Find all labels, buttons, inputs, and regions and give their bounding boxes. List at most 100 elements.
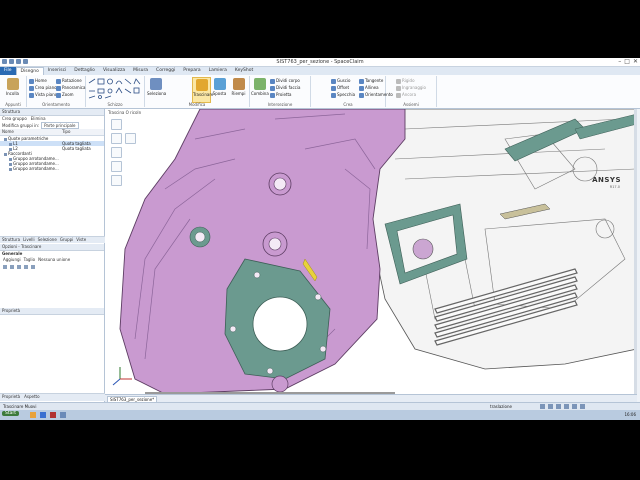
select-button[interactable]: Seleziona — [147, 77, 166, 101]
boss-middle-hole — [268, 237, 282, 251]
align-button[interactable]: Allinea — [359, 85, 379, 91]
app-icon[interactable] — [50, 412, 56, 418]
option-icon[interactable] — [3, 265, 7, 269]
tab-selection[interactable]: Selezione — [38, 237, 57, 243]
column-name[interactable]: Nome — [0, 129, 62, 135]
option-no-merge[interactable]: Nessuna unione — [38, 257, 70, 263]
plane-icon — [29, 85, 34, 91]
fill-button[interactable]: Riempi — [230, 77, 247, 101]
shell-icon — [331, 78, 336, 84]
tangent-button[interactable]: Tangente — [359, 78, 383, 84]
view-plane-button[interactable]: Vista piano — [29, 92, 57, 98]
pull-button[interactable]: Trascinare — [192, 77, 213, 103]
explorer-icon[interactable] — [30, 412, 36, 418]
ruler-tool-icon[interactable] — [125, 133, 136, 144]
shell-button[interactable]: Guscio — [331, 78, 350, 84]
guide-tool-icon[interactable] — [111, 133, 122, 144]
direction-tool-icon[interactable] — [111, 147, 122, 158]
mirror-button[interactable]: Specchia — [331, 92, 355, 98]
status-icon[interactable] — [556, 404, 561, 409]
ribbon: Incolla Appunti Home Crea piano Vista pi… — [0, 75, 640, 109]
bolt-hole — [319, 345, 327, 353]
status-mode[interactable]: traslazione — [490, 404, 512, 409]
status-icon[interactable] — [540, 404, 545, 409]
structure-bottom-tabs: Struttura Livelli Selezione Gruppi Viste — [0, 236, 106, 243]
spaceclaim-icon[interactable] — [60, 412, 66, 418]
status-message: Trascinare Muovi — [3, 404, 37, 409]
offset-button[interactable]: Offset — [331, 85, 349, 91]
status-icon[interactable] — [580, 404, 585, 409]
column-type[interactable]: Tipo — [62, 129, 70, 135]
tab-properties[interactable]: Proprietà — [2, 394, 20, 401]
boss-hole — [273, 177, 287, 191]
status-icon[interactable] — [572, 404, 577, 409]
tab-inserisci[interactable]: Inserisci — [44, 67, 70, 75]
sketch-tools-icons[interactable] — [88, 78, 144, 100]
create-group-button[interactable]: Crea gruppo — [2, 116, 27, 122]
project-button[interactable]: Proietta — [270, 92, 292, 98]
pan-button[interactable]: Panoramica — [56, 85, 85, 91]
option-icon[interactable] — [24, 265, 28, 269]
options-panel-header: Opzioni - Trascinare — [0, 244, 104, 251]
tab-file[interactable]: File — [0, 67, 16, 75]
tab-dettaglio[interactable]: Dettaglio — [70, 67, 99, 75]
tab-layers[interactable]: Livelli — [23, 237, 35, 243]
tab-structure[interactable]: Struttura — [2, 237, 20, 243]
edit-groups-row: Modifica gruppi in: Parte principale — [0, 122, 104, 129]
minimize-button[interactable]: – — [618, 58, 621, 65]
split-body-button[interactable]: Dividi corpo — [270, 78, 300, 84]
group-label: Modifica — [188, 102, 206, 107]
viewport-vscroll[interactable] — [634, 109, 637, 394]
tab-misura[interactable]: Misura — [129, 67, 152, 75]
anchor-button[interactable]: Ancora — [396, 92, 416, 98]
group-label: Orientamento — [42, 102, 70, 107]
home-icon — [29, 78, 34, 84]
option-icon[interactable] — [17, 265, 21, 269]
3d-viewport[interactable]: Trascina O ricoIn ANSYS R17.0 — [105, 109, 637, 394]
home-button[interactable]: Home — [29, 78, 47, 84]
tree-row[interactable]: Gruppo arrotondame... — [0, 166, 104, 171]
rigid-icon — [396, 78, 401, 84]
move-button[interactable]: Sposta — [211, 77, 228, 101]
option-icon[interactable] — [31, 265, 35, 269]
split-face-button[interactable]: Dividi faccia — [270, 85, 300, 91]
close-button[interactable]: ✕ — [633, 58, 638, 65]
pivot-tool-icon[interactable] — [111, 175, 122, 186]
group-label: Intersezione — [267, 102, 293, 107]
option-add[interactable]: Aggiungi — [3, 257, 21, 263]
option-icon[interactable] — [10, 265, 14, 269]
split-face-icon — [270, 85, 275, 91]
group-modifica: Seleziona Trascinare Sposta Riempi Modif… — [145, 76, 250, 107]
tab-correggi[interactable]: Correggi — [152, 67, 179, 75]
tab-appearance[interactable]: Aspetto — [24, 394, 39, 401]
group-assiemi: Rigido Ingranaggio Ancora Assiemi — [386, 76, 437, 107]
rigid-button[interactable]: Rigido — [396, 78, 415, 84]
tab-visualizza[interactable]: Visualizza — [99, 67, 129, 75]
gear-button[interactable]: Ingranaggio — [396, 85, 426, 91]
status-icon[interactable] — [564, 404, 569, 409]
tab-groups[interactable]: Gruppi — [60, 237, 73, 243]
maximize-button[interactable]: □ — [624, 58, 630, 65]
zoom-button[interactable]: Zoom — [56, 92, 74, 98]
tab-prepara[interactable]: Prepara — [179, 67, 204, 75]
paste-button[interactable]: Incolla — [4, 77, 21, 101]
status-icon[interactable] — [548, 404, 553, 409]
group-schizzo: Schizzo — [86, 76, 145, 107]
option-cut[interactable]: Taglio — [24, 257, 35, 263]
tab-views[interactable]: Viste — [76, 237, 86, 243]
plan-view-button[interactable]: Crea piano — [29, 85, 57, 91]
grey-housing[interactable] — [369, 109, 637, 370]
project-icon — [270, 92, 275, 98]
cad-model[interactable] — [105, 109, 637, 394]
bolt-hole — [253, 271, 261, 279]
left-bottom-tabs: Proprietà Aspetto — [0, 393, 106, 401]
browser-icon[interactable] — [40, 412, 46, 418]
edit-groups-select[interactable]: Parte principale — [41, 122, 79, 129]
tab-keyshot[interactable]: KeyShot — [231, 67, 257, 75]
tab-lamiera[interactable]: Lamiera — [205, 67, 231, 75]
rotate-button[interactable]: Rotazione — [56, 78, 82, 84]
up-to-tool-icon[interactable] — [111, 161, 122, 172]
combine-button[interactable]: Combina — [251, 77, 269, 101]
select-tool-icon[interactable] — [111, 119, 122, 130]
start-button[interactable]: Start — [2, 411, 19, 416]
